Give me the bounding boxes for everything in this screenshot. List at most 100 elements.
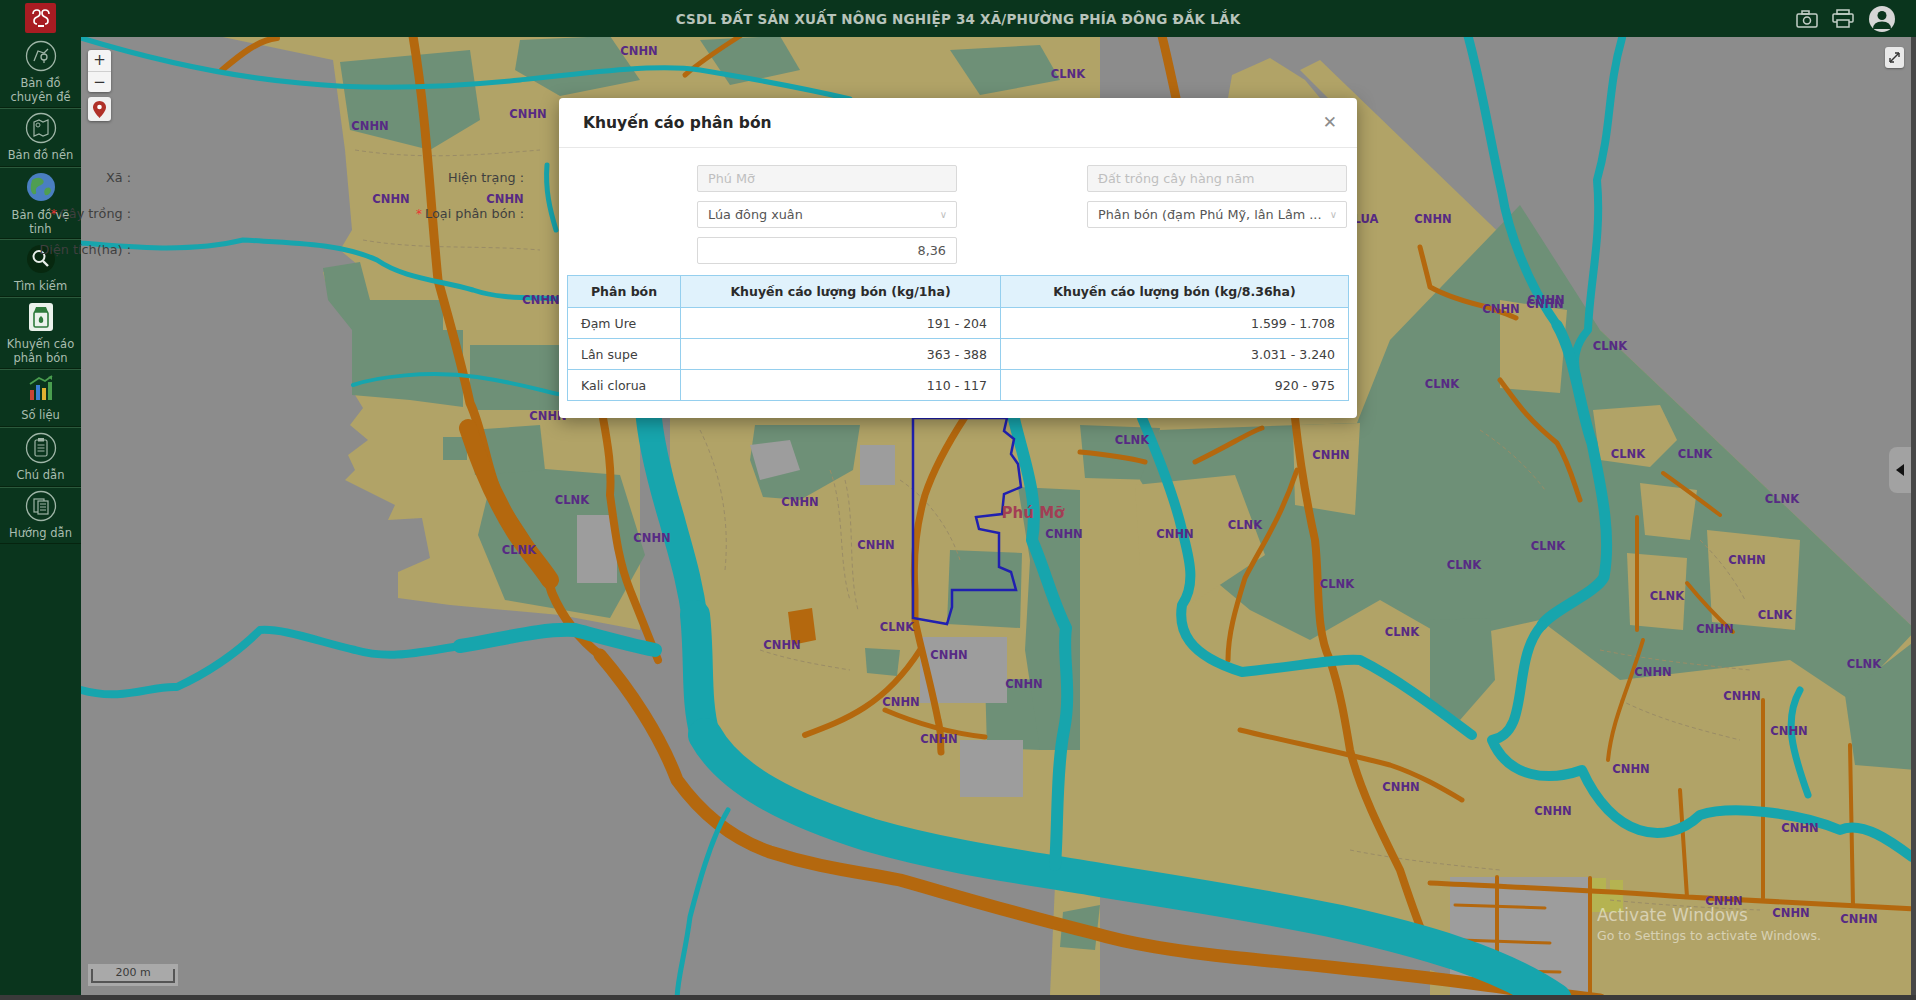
landuse-label: CNHN: [509, 107, 546, 121]
landuse-label: CNHN: [372, 192, 409, 206]
sidebar-item-satellite-map[interactable]: Bản đồ vệ tinh: [0, 167, 81, 239]
table-row: Đạm Ure191 - 2041.599 - 1.708: [568, 308, 1349, 339]
landuse-label: CNHN: [1770, 724, 1807, 738]
landuse-label: CLNK: [1447, 558, 1482, 572]
landuse-label: CNHN: [1414, 212, 1451, 226]
landuse-label: CLNK: [1228, 518, 1263, 532]
sidebar-item-base-map[interactable]: Bản đồ nền: [0, 108, 81, 167]
landuse-label: CNHN: [620, 44, 657, 58]
dien-tich-label: Diện tích(ha) :: [40, 242, 132, 257]
thematic-map-icon: [25, 40, 57, 72]
guide-icon: [25, 490, 57, 522]
app-logo: [25, 3, 56, 33]
sidebar: Bản đồ chuyên đề Bản đồ nền Bản đồ vệ ti…: [0, 37, 81, 995]
landuse-label: CNHN: [522, 293, 559, 307]
zoom-out-button[interactable]: −: [88, 71, 111, 92]
loai-phan-bon-label: *Loại phân bón :: [416, 206, 524, 221]
table-cell: Kali clorua: [568, 370, 681, 401]
landuse-label: CNHN: [781, 495, 818, 509]
user-avatar-icon[interactable]: [1868, 5, 1896, 33]
landuse-label: CNHN: [1382, 780, 1419, 794]
modal-title: Khuyến cáo phân bón: [583, 114, 772, 132]
table-cell: 1.599 - 1.708: [1001, 308, 1349, 339]
landuse-label: CNHN: [1781, 821, 1818, 835]
legend-icon: [25, 432, 57, 464]
sidebar-item-statistics[interactable]: Số liệu: [0, 369, 81, 427]
landuse-label: CNHN: [930, 648, 967, 662]
landuse-label: CNHN: [1728, 553, 1765, 567]
landuse-label: CNHN: [486, 192, 523, 206]
landuse-label: CLNK: [1678, 447, 1713, 461]
landuse-label: CNHN: [763, 638, 800, 652]
landuse-label: CNHN: [1156, 527, 1193, 541]
fertilizer-modal: Khuyến cáo phân bón ✕ Xã : Phú Mỡ Hiện t…: [559, 98, 1357, 418]
table-header-kg836ha: Khuyến cáo lượng bón (kg/8.36ha): [1001, 276, 1349, 308]
satellite-map-icon: [24, 170, 58, 204]
base-map-icon: [25, 112, 57, 144]
landuse-label: CLNK: [1385, 625, 1420, 639]
statistics-icon: [25, 374, 57, 404]
landuse-label: CNHN: [1634, 665, 1671, 679]
fullscreen-button[interactable]: [1885, 47, 1904, 68]
landuse-label: CNHN: [1534, 804, 1571, 818]
dien-tich-input[interactable]: 8,36: [697, 237, 957, 264]
landuse-label: CLNK: [1847, 657, 1882, 671]
landuse-label: CNHN: [1527, 293, 1564, 307]
landuse-label: CNHN: [1482, 302, 1519, 316]
landuse-label: CNHN: [920, 732, 957, 746]
sidebar-item-fertilizer[interactable]: Khuyến cáo phân bón: [0, 297, 81, 369]
landuse-label: CLNK: [1425, 377, 1460, 391]
locate-pin-button[interactable]: [88, 97, 111, 121]
page-title: CSDL ĐẤT SẢN XUẤT NÔNG NGHIỆP 34 XÃ/PHƯỜ…: [0, 11, 1916, 27]
landuse-label: CLNK: [502, 543, 537, 557]
fertilizer-icon: [26, 301, 56, 333]
landuse-label: CNHN: [1045, 527, 1082, 541]
printer-icon[interactable]: [1832, 9, 1854, 28]
table-cell: 363 - 388: [681, 339, 1001, 370]
landuse-label: CNHN: [882, 695, 919, 709]
xa-input[interactable]: Phú Mỡ: [697, 165, 957, 192]
landuse-label: CLNK: [1650, 589, 1685, 603]
landuse-label: CLNK: [1765, 492, 1800, 506]
table-row: Kali clorua110 - 117920 - 975: [568, 370, 1349, 401]
xa-label: Xã :: [106, 170, 131, 185]
app-header: CSDL ĐẤT SẢN XUẤT NÔNG NGHIỆP 34 XÃ/PHƯỜ…: [0, 0, 1916, 37]
table-header-phan-bon: Phân bón: [568, 276, 681, 308]
landuse-label: CNHN: [1612, 762, 1649, 776]
landuse-label: CNHN: [1723, 689, 1760, 703]
landuse-label: CNHN: [1005, 677, 1042, 691]
landuse-label: CLNK: [1758, 608, 1793, 622]
loai-phan-bon-select[interactable]: Phân bón (đạm Phú Mỹ, lân Lâm ...∨: [1087, 201, 1347, 228]
map-pin-icon: [93, 101, 106, 118]
sidebar-item-legend[interactable]: Chú dẫn: [0, 427, 81, 487]
right-edge-strip: [1911, 37, 1916, 995]
hien-trang-input[interactable]: Đất trồng cây hàng năm: [1087, 165, 1347, 192]
sidebar-item-thematic-map[interactable]: Bản đồ chuyên đề: [0, 37, 81, 108]
modal-header: Khuyến cáo phân bón ✕: [559, 98, 1357, 148]
landuse-label: CLNK: [1531, 539, 1566, 553]
bottom-edge-strip: [0, 995, 1916, 1000]
table-row: Lân supe363 - 3883.031 - 3.240: [568, 339, 1349, 370]
hien-trang-label: Hiện trạng :: [448, 170, 524, 185]
sidebar-item-guide[interactable]: Hướng dẫn: [0, 487, 81, 544]
collapse-arrow-icon: [1896, 464, 1904, 476]
landuse-label: CLNK: [1320, 577, 1355, 591]
camera-icon[interactable]: [1796, 10, 1818, 28]
expand-arrows-icon: [1889, 52, 1900, 63]
cay-trong-select[interactable]: Lúa đông xuân∨: [697, 201, 957, 228]
landuse-label: LUA: [1354, 212, 1379, 226]
landuse-label: CNHN: [633, 531, 670, 545]
recommendation-table: Phân bón Khuyến cáo lượng bón (kg/1ha) K…: [567, 275, 1349, 401]
table-cell: 110 - 117: [681, 370, 1001, 401]
zoom-in-button[interactable]: +: [88, 50, 111, 71]
landuse-label: CNHN: [1696, 622, 1733, 636]
scale-text: 200 m: [88, 966, 178, 979]
landuse-label: CLNK: [1593, 339, 1628, 353]
modal-close-button[interactable]: ✕: [1323, 114, 1337, 131]
table-cell: Đạm Ure: [568, 308, 681, 339]
table-cell: 920 - 975: [1001, 370, 1349, 401]
landuse-label: CNHN: [351, 119, 388, 133]
table-cell: 3.031 - 3.240: [1001, 339, 1349, 370]
table-cell: 191 - 204: [681, 308, 1001, 339]
landuse-label: CLNK: [1115, 433, 1150, 447]
